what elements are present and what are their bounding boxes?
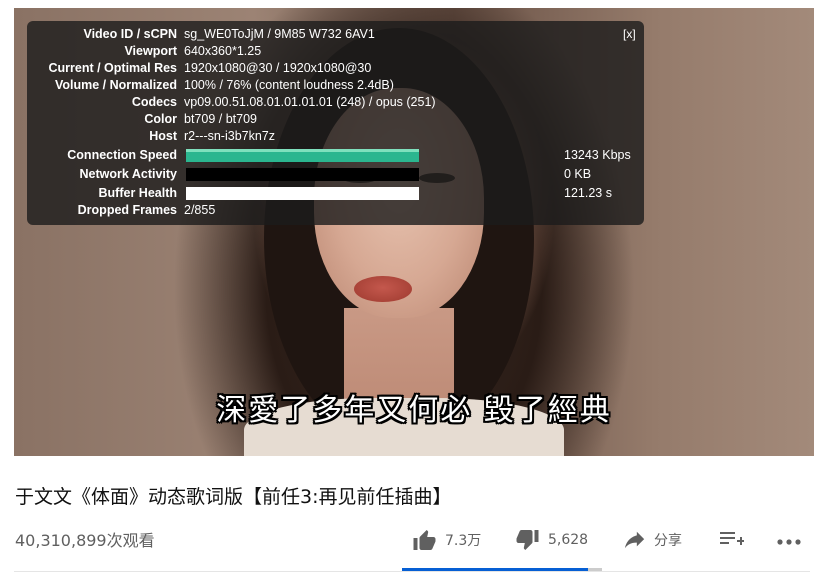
buffer-health-graph	[186, 187, 419, 200]
stats-row-codecs: Codecs vp09.00.51.08.01.01.01.01 (248) /…	[27, 94, 644, 111]
more-horizontal-icon	[776, 531, 802, 549]
share-icon	[624, 530, 646, 550]
stats-label: Volume / Normalized	[54, 78, 177, 92]
stats-for-nerds-panel: [x] Video ID / sCPN sg_WE0ToJjM / 9M85 W…	[27, 21, 644, 225]
more-actions-button[interactable]	[776, 531, 802, 549]
stats-value: r2---sn-i3b7kn7z	[184, 129, 276, 143]
stats-row-viewport: Viewport 640x360*1.25	[27, 43, 644, 60]
view-count: 40,310,899次观看	[15, 531, 155, 550]
thumbs-up-icon	[412, 529, 437, 551]
stats-value: sg_WE0ToJjM / 9M85 W732 6AV1	[184, 27, 375, 41]
stats-label: Codecs	[131, 95, 177, 109]
stats-label: Current / Optimal Res	[48, 61, 178, 75]
share-button[interactable]: 分享	[624, 530, 682, 550]
stats-label: Viewport	[124, 44, 177, 58]
stats-label: Host	[149, 129, 177, 143]
stats-value: 640x360*1.25	[184, 44, 262, 58]
like-count: 7.3万	[445, 533, 482, 549]
stats-value: 100% / 76% (content loudness 2.4dB)	[184, 78, 394, 92]
stats-value: bt709 / bt709	[184, 112, 257, 126]
stats-value: 2/855	[184, 203, 216, 217]
stats-label: Color	[144, 112, 177, 126]
stats-row-connection-speed: Connection Speed 13243 Kbps	[27, 147, 644, 164]
video-caption: 深愛了多年又何必 毀了經典	[216, 393, 612, 428]
dislike-button[interactable]: 5,628	[515, 529, 588, 551]
dislike-count: 5,628	[548, 532, 589, 548]
stats-value: 0 KB	[564, 167, 592, 181]
stats-row-dropped-frames: Dropped Frames 2/855	[27, 202, 644, 219]
stats-label: Buffer Health	[98, 186, 177, 200]
stats-row-resolution: Current / Optimal Res 1920x1080@30 / 192…	[27, 60, 644, 77]
share-label: 分享	[654, 533, 682, 549]
connection-speed-graph	[186, 149, 419, 162]
stats-label: Connection Speed	[67, 148, 177, 162]
save-to-playlist-button[interactable]	[720, 531, 744, 549]
video-frame-art	[354, 276, 412, 302]
like-button[interactable]: 7.3万	[412, 529, 481, 551]
network-activity-graph	[186, 168, 419, 181]
stats-label: Dropped Frames	[77, 203, 177, 217]
video-title: 于文文《体面》动态歌词版【前任3:再见前任插曲】	[15, 486, 452, 508]
stats-row-buffer-health: Buffer Health 121.23 s	[27, 185, 644, 202]
stats-row-volume: Volume / Normalized 100% / 76% (content …	[27, 77, 644, 94]
stats-row-color: Color bt709 / bt709	[27, 111, 644, 128]
stats-value: 121.23 s	[564, 186, 612, 200]
sentiment-bar	[402, 568, 602, 571]
divider	[14, 571, 810, 572]
stats-label: Network Activity	[79, 167, 177, 181]
stats-value: 1920x1080@30 / 1920x1080@30	[184, 61, 372, 75]
playlist-add-icon	[720, 531, 744, 549]
stats-row-network-activity: Network Activity 0 KB	[27, 166, 644, 183]
sentiment-bar-fill	[402, 568, 588, 571]
thumbs-down-icon	[515, 529, 540, 551]
stats-value: 13243 Kbps	[564, 148, 631, 162]
stats-row-video-id: Video ID / sCPN sg_WE0ToJjM / 9M85 W732 …	[27, 26, 644, 43]
stats-row-host: Host r2---sn-i3b7kn7z	[27, 128, 644, 145]
stats-value: vp09.00.51.08.01.01.01.01 (248) / opus (…	[184, 95, 436, 109]
stats-label: Video ID / sCPN	[83, 27, 177, 41]
